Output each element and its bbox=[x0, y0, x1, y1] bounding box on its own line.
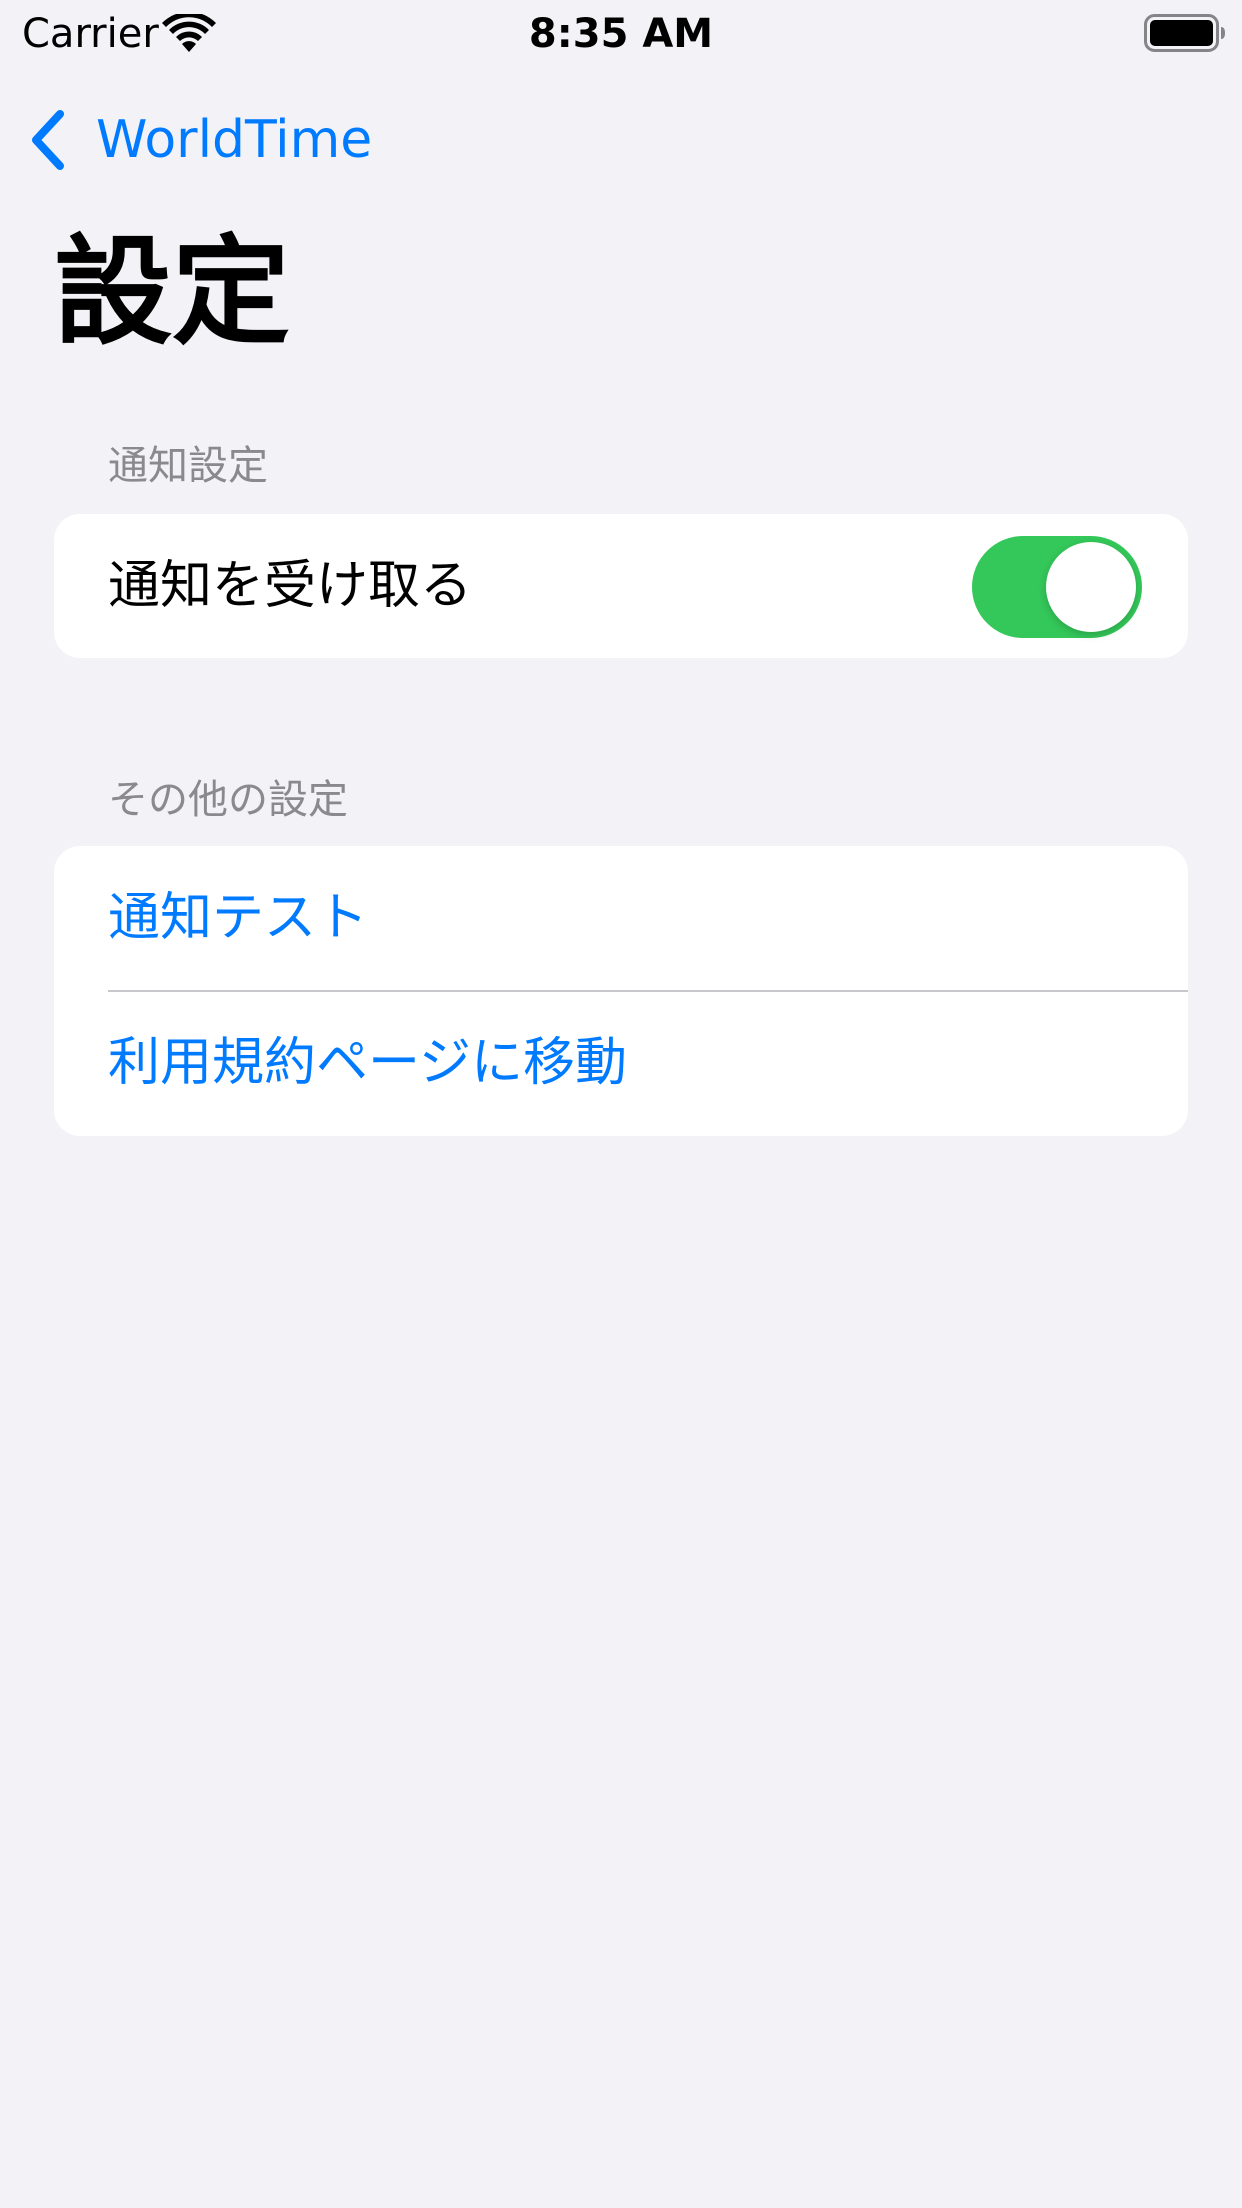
status-time: 8:35 AM bbox=[528, 11, 714, 57]
section-header-other: その他の設定 bbox=[108, 777, 348, 823]
receive-notifications-toggle[interactable] bbox=[972, 536, 1142, 638]
chevron-left-icon bbox=[32, 110, 64, 170]
status-bar: Carrier 8:35 AM bbox=[0, 0, 1242, 66]
notification-test-label: 通知テスト bbox=[108, 888, 369, 948]
back-button[interactable]: WorldTime bbox=[26, 104, 372, 176]
section-header-notifications: 通知設定 bbox=[108, 443, 268, 489]
receive-notifications-row: 通知を受け取る bbox=[54, 514, 1188, 658]
terms-page-label: 利用規約ページに移動 bbox=[108, 1033, 627, 1093]
terms-page-row[interactable]: 利用規約ページに移動 bbox=[54, 990, 1188, 1136]
toggle-knob bbox=[1046, 542, 1136, 632]
battery-icon bbox=[1144, 14, 1226, 52]
other-settings-group: 通知テスト 利用規約ページに移動 bbox=[54, 846, 1188, 1136]
receive-notifications-label: 通知を受け取る bbox=[108, 556, 473, 616]
back-button-label: WorldTime bbox=[96, 110, 373, 170]
notification-settings-group: 通知を受け取る bbox=[54, 514, 1188, 658]
notification-test-row[interactable]: 通知テスト bbox=[54, 846, 1188, 992]
page-title: 設定 bbox=[54, 223, 291, 361]
